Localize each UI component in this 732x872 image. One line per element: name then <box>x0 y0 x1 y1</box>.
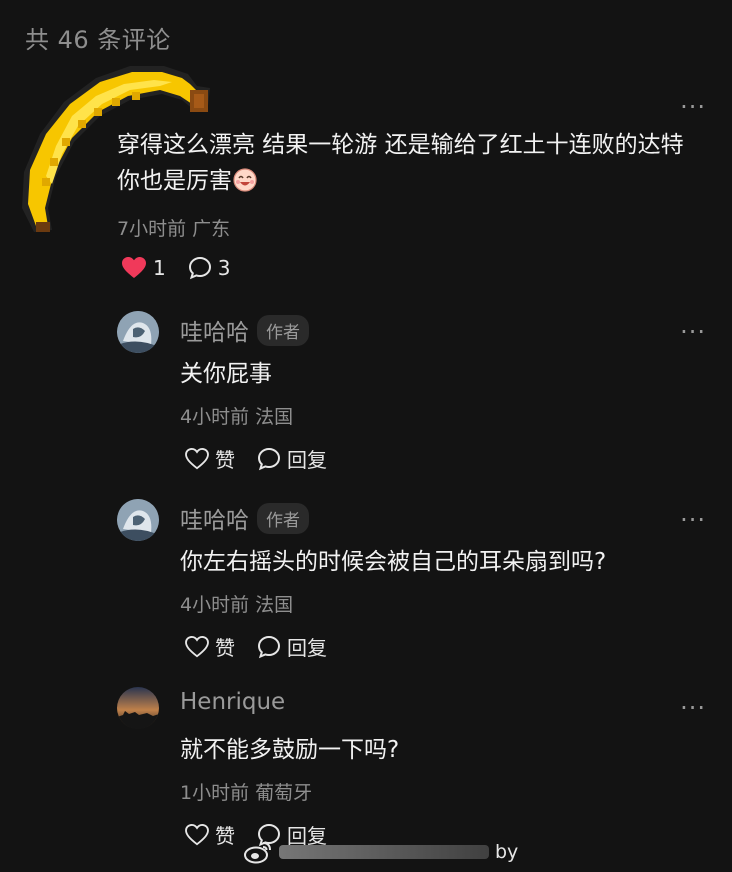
author-badge: 作者 <box>257 314 309 346</box>
comment-bubble-icon <box>188 256 211 280</box>
heart-outline-icon <box>185 635 209 657</box>
heart-outline-icon <box>185 823 209 845</box>
reply-author-name[interactable]: 哇哈哈 <box>180 313 249 347</box>
reply-text: 关你屁事 <box>180 361 272 387</box>
like-button[interactable]: 赞 <box>185 632 235 661</box>
main-comment-more-button[interactable]: ··· <box>680 95 706 119</box>
heart-outline-icon <box>185 447 209 469</box>
reply-count: 3 <box>217 256 231 280</box>
comment-count-title: 共 46 条评论 <box>25 26 171 54</box>
weibo-watermark: by <box>243 840 518 864</box>
like-button[interactable]: 赞 <box>185 444 235 473</box>
reply-item: Henrique 就不能多鼓励一下吗? 1小时前 葡萄牙 赞 回复 <box>117 684 717 864</box>
like-button[interactable]: 赞 <box>185 820 235 849</box>
reply-actions: 赞 回复 <box>185 632 327 661</box>
reply-text: 就不能多鼓励一下吗? <box>180 737 400 763</box>
reply-more-button[interactable]: ··· <box>680 320 706 344</box>
like-label: 赞 <box>215 824 235 848</box>
reply-more-button[interactable]: ··· <box>680 696 706 720</box>
reply-item: 哇哈哈 作者 关你屁事 4小时前 法国 赞 回复 <box>117 308 717 488</box>
reply-label: 回复 <box>287 448 327 472</box>
watermark-by: by <box>495 841 519 863</box>
main-comment-text: 穿得这么漂亮 结果一轮游 还是输给了红土十连败的达特 你也是厉害 <box>117 127 707 199</box>
author-badge: 作者 <box>257 502 309 534</box>
like-label: 赞 <box>215 636 235 660</box>
reply-text: 你左右摇头的时候会被自己的耳朵扇到吗? <box>180 549 607 575</box>
reply-meta: 4小时前 法国 <box>180 406 294 428</box>
heart-filled-icon <box>122 257 146 278</box>
reply-header: 哇哈哈 作者 <box>180 501 309 535</box>
reply-more-button[interactable]: ··· <box>680 508 706 532</box>
reply-label: 回复 <box>287 636 327 660</box>
like-count: 1 <box>153 256 166 280</box>
reply-meta: 4小时前 法国 <box>180 594 294 616</box>
reply-count-button[interactable]: 3 <box>188 256 231 280</box>
weibo-logo-icon <box>244 842 271 864</box>
user-avatar[interactable] <box>117 687 159 729</box>
main-comment-meta: 7小时前 广东 <box>117 218 231 240</box>
main-comment-body: 穿得这么漂亮 结果一轮游 还是输给了红土十连败的达特 你也是厉害 <box>117 132 684 194</box>
reply-header: 哇哈哈 作者 <box>180 313 309 347</box>
main-comment-actions: 1 3 <box>121 256 230 280</box>
user-avatar[interactable] <box>117 499 159 541</box>
reply-header: Henrique <box>180 689 285 715</box>
user-avatar[interactable] <box>117 311 159 353</box>
reply-author-name[interactable]: 哇哈哈 <box>180 501 249 535</box>
reply-item: 哇哈哈 作者 你左右摇头的时候会被自己的耳朵扇到吗? 4小时前 法国 赞 回复 <box>117 496 717 676</box>
reply-author-name[interactable]: Henrique <box>180 689 285 715</box>
reply-actions: 赞 回复 <box>185 444 327 473</box>
reply-button[interactable]: 回复 <box>257 444 327 473</box>
comment-bubble-icon <box>257 635 281 658</box>
like-button[interactable]: 1 <box>121 256 166 280</box>
laughing-face-emoji-icon <box>233 168 257 192</box>
like-label: 赞 <box>215 448 235 472</box>
watermark-obscured-text <box>279 845 489 859</box>
reply-meta: 1小时前 葡萄牙 <box>180 782 313 804</box>
reply-button[interactable]: 回复 <box>257 632 327 661</box>
comment-bubble-icon <box>257 447 281 470</box>
